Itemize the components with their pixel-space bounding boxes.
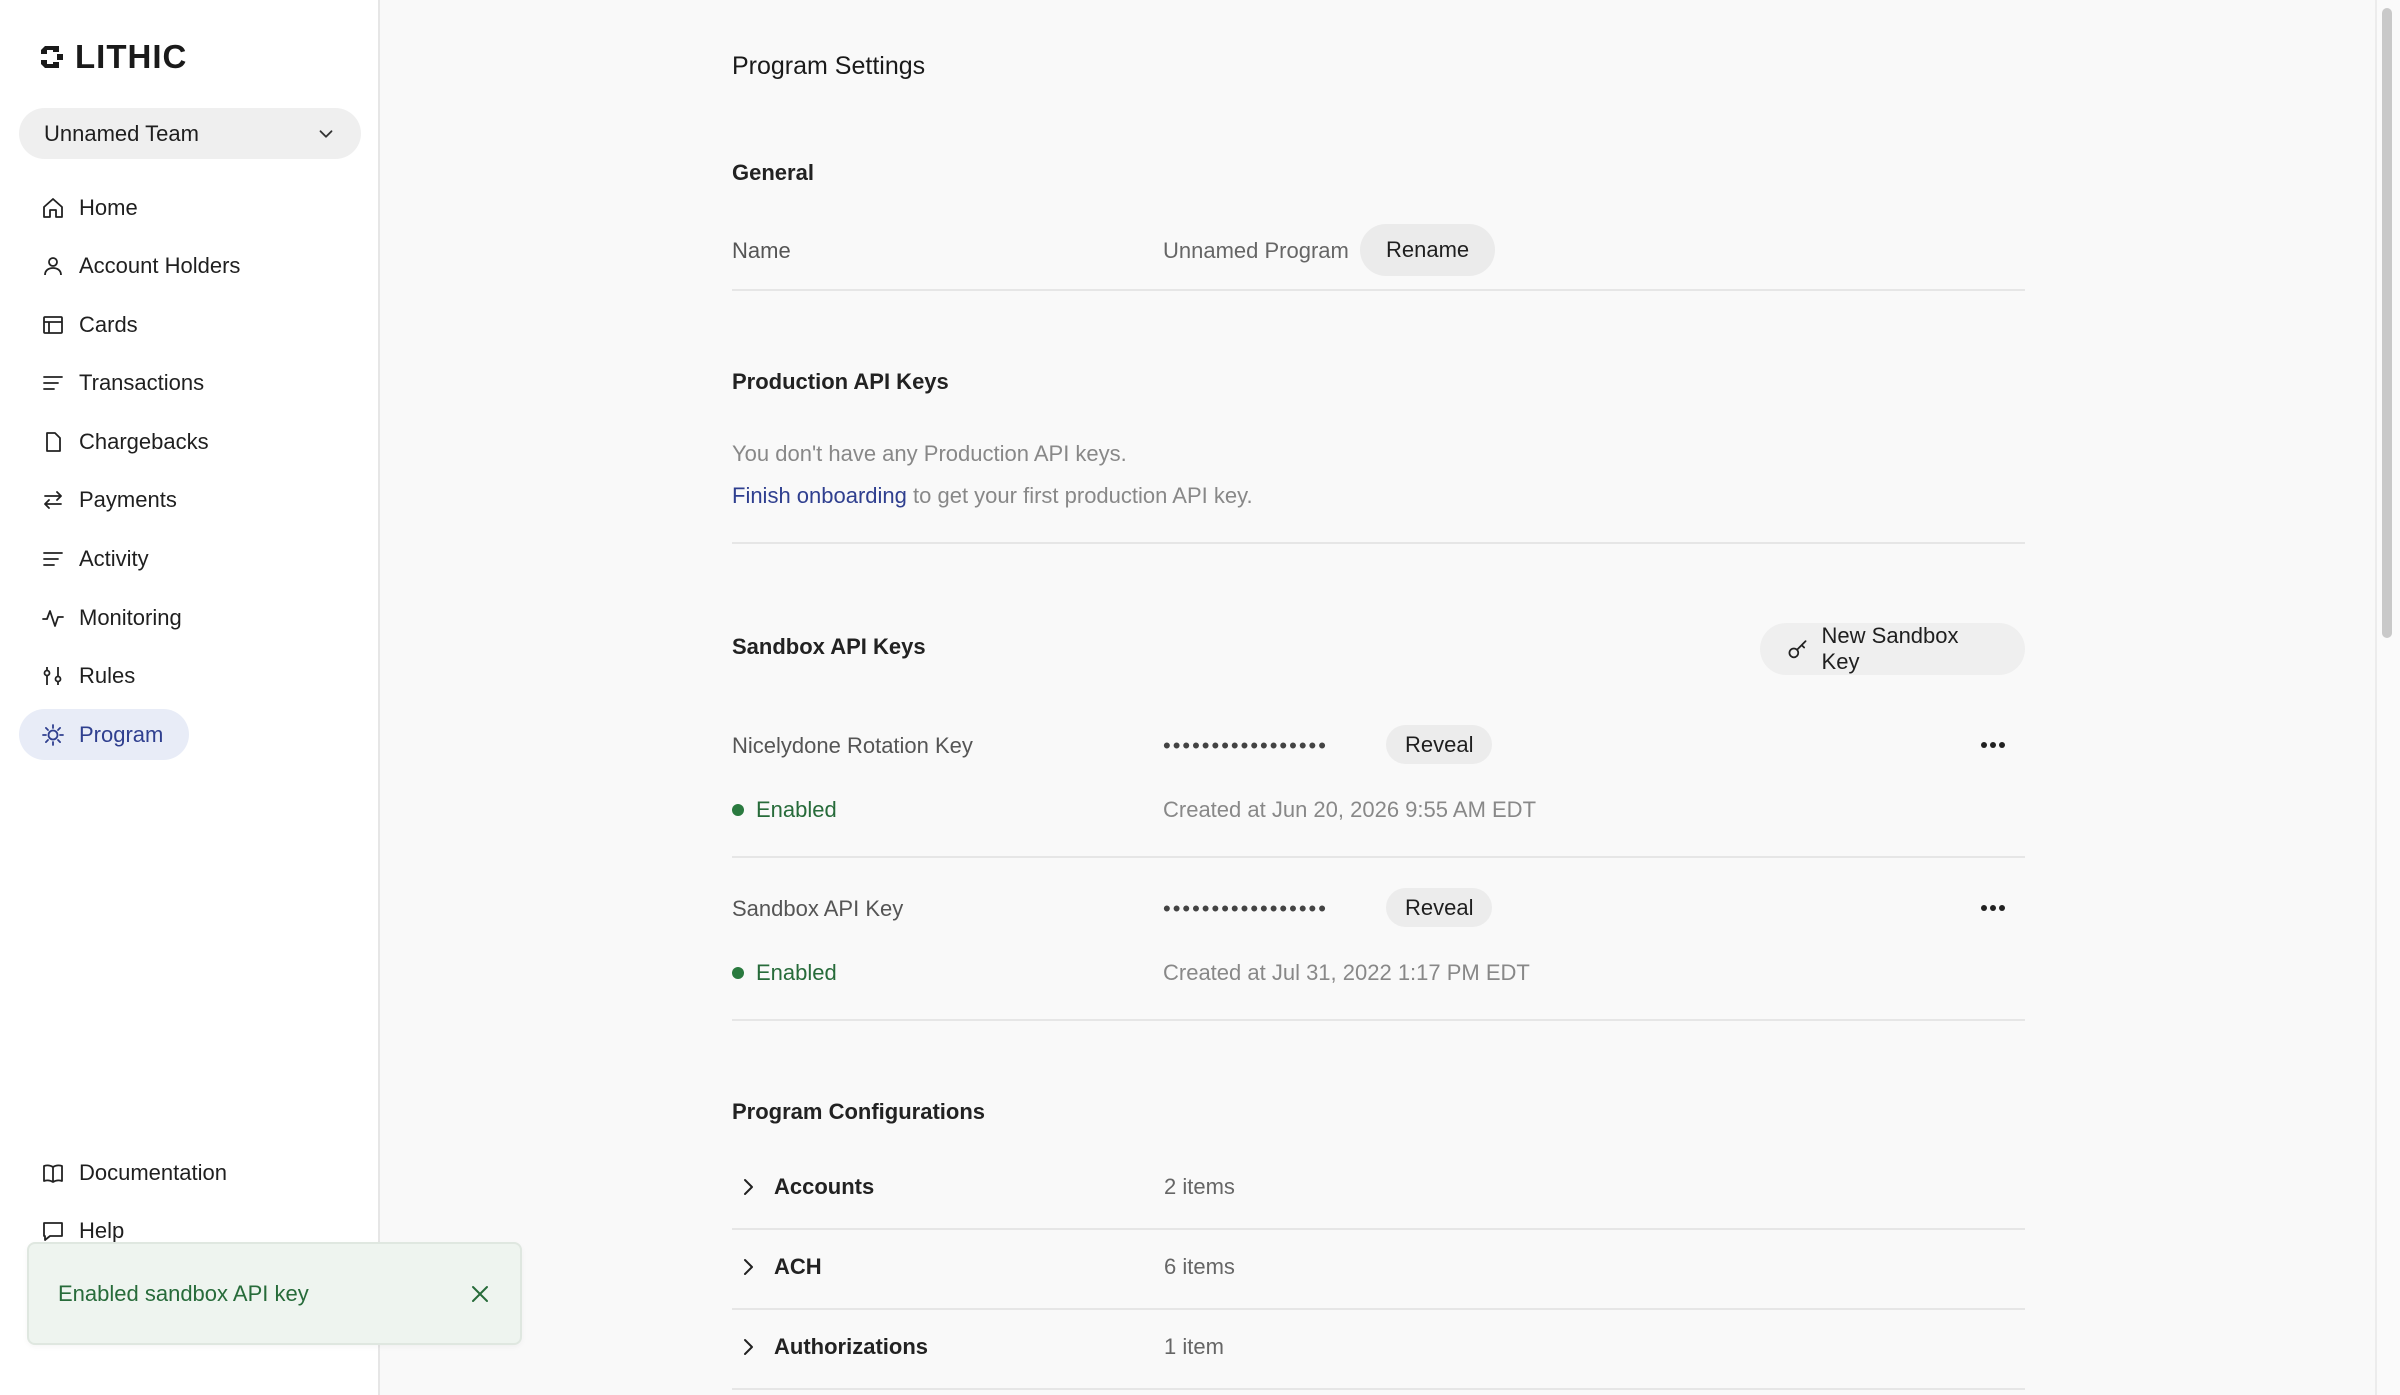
sidebar: LITHIC Unnamed Team Home Account Holders… (0, 0, 380, 1395)
toast-message: Enabled sandbox API key (58, 1280, 309, 1306)
reveal-key-button[interactable]: Reveal (1386, 725, 1493, 764)
list-icon (43, 552, 63, 566)
onboarding-message: Finish onboarding to get your first prod… (732, 483, 1253, 509)
sidebar-item-label: Transactions (79, 370, 205, 396)
page-title: Program Settings (732, 52, 926, 80)
sidebar-item-chargebacks[interactable]: Chargebacks (19, 416, 235, 467)
divider (732, 856, 2025, 858)
program-name-value: Unnamed Program (1163, 238, 1349, 263)
sidebar-item-label: Chargebacks (79, 428, 209, 454)
sidebar-item-label: Home (79, 194, 138, 220)
more-options-button[interactable] (1973, 725, 2013, 765)
finish-onboarding-link[interactable]: Finish onboarding (732, 483, 907, 508)
divider (732, 542, 2025, 544)
arrows-icon (44, 491, 62, 510)
logo-text: LITHIC (75, 38, 188, 75)
rename-button[interactable]: Rename (1360, 224, 1496, 276)
sidebar-nav: Home Account Holders Cards Transactions … (19, 182, 361, 768)
list-icon (43, 376, 63, 391)
sidebar-item-label: Account Holders (79, 253, 241, 279)
sidebar-item-activity[interactable]: Activity (19, 534, 175, 585)
chevron-right-icon (744, 1339, 753, 1355)
sidebar-item-label: Program (79, 721, 164, 747)
api-key-name: Nicelydone Rotation Key (732, 733, 973, 758)
config-count: 6 items (1164, 1254, 1235, 1279)
config-count: 1 item (1164, 1334, 1224, 1359)
sidebar-item-label: Help (79, 1218, 125, 1244)
api-key-masked-value: ••••••••••••••••• (1163, 896, 1328, 921)
sidebar-item-label: Cards (79, 311, 138, 337)
sandbox-keys-section-title: Sandbox API Keys (732, 634, 926, 659)
config-count: 2 items (1164, 1174, 1235, 1199)
chevron-down-icon (319, 129, 333, 138)
gear-icon (42, 723, 64, 746)
config-row-accounts[interactable]: Accounts 2 items (732, 1150, 2025, 1230)
lithic-logo-icon (41, 46, 63, 68)
sidebar-item-label: Documentation (79, 1159, 227, 1185)
general-section-title: General (732, 160, 814, 185)
divider (732, 289, 2025, 291)
toast-notification: Enabled sandbox API key (27, 1242, 522, 1345)
scrollbar-thumb[interactable] (2382, 8, 2392, 638)
sidebar-item-payments[interactable]: Payments (19, 475, 203, 526)
program-configurations-title: Program Configurations (732, 1099, 986, 1124)
sidebar-item-monitoring[interactable]: Monitoring (19, 592, 208, 643)
key-status-badge: Enabled (732, 797, 837, 823)
more-horizontal-icon (1981, 905, 2005, 911)
card-icon (43, 315, 63, 334)
chevron-right-icon (744, 1259, 753, 1275)
document-icon (46, 431, 61, 452)
config-row-ach[interactable]: ACH 6 items (732, 1230, 2025, 1310)
person-icon (44, 257, 62, 276)
sliders-icon (43, 667, 62, 686)
sidebar-item-label: Activity (79, 546, 149, 572)
chat-icon (43, 1222, 63, 1241)
sidebar-item-label: Payments (79, 487, 177, 513)
more-options-button[interactable] (1973, 888, 2013, 928)
api-key-masked-value: ••••••••••••••••• (1163, 733, 1328, 758)
book-icon (43, 1163, 63, 1183)
onboarding-message-suffix: to get your first production API key. (906, 483, 1253, 508)
status-dot (732, 804, 744, 816)
production-keys-section-title: Production API Keys (732, 369, 949, 394)
status-dot (732, 967, 744, 979)
new-sandbox-key-label: New Sandbox Key (1821, 623, 1959, 674)
sidebar-item-cards[interactable]: Cards (19, 299, 164, 350)
key-status-badge: Enabled (732, 960, 837, 986)
lithic-logo[interactable]: LITHIC (37, 38, 187, 76)
more-horizontal-icon (1981, 742, 2005, 748)
key-created-timestamp: Created at Jun 20, 2026 9:55 AM EDT (1163, 797, 1537, 822)
sidebar-item-rules[interactable]: Rules (19, 651, 161, 702)
sidebar-item-transactions[interactable]: Transactions (19, 358, 230, 409)
chevron-right-icon (744, 1179, 753, 1195)
sidebar-item-label: Rules (79, 663, 136, 689)
reveal-key-button[interactable]: Reveal (1386, 888, 1493, 927)
sidebar-item-account-holders[interactable]: Account Holders (19, 241, 266, 292)
status-text: Enabled (756, 960, 837, 985)
close-icon[interactable] (468, 1282, 492, 1306)
name-label: Name (732, 238, 791, 263)
new-sandbox-key-button[interactable]: New Sandbox Key (1760, 623, 2025, 675)
config-name: Authorizations (774, 1334, 928, 1359)
home-icon (43, 197, 63, 218)
sidebar-item-label: Monitoring (79, 604, 182, 630)
config-name: Accounts (774, 1174, 875, 1199)
sidebar-item-documentation[interactable]: Documentation (19, 1147, 253, 1198)
api-key-name: Sandbox API Key (732, 896, 904, 921)
sidebar-item-home[interactable]: Home (19, 182, 164, 233)
team-selector[interactable]: Unnamed Team (19, 108, 361, 159)
divider (732, 1019, 2025, 1021)
key-created-timestamp: Created at Jul 31, 2022 1:17 PM EDT (1163, 960, 1530, 985)
status-text: Enabled (756, 797, 837, 822)
production-empty-text: You don't have any Production API keys. (732, 441, 1127, 466)
config-row-authorizations[interactable]: Authorizations 1 item (732, 1310, 2025, 1390)
team-name: Unnamed Team (44, 120, 199, 146)
config-name: ACH (774, 1254, 822, 1279)
pulse-icon (42, 609, 64, 627)
sidebar-item-program[interactable]: Program (19, 709, 190, 761)
key-icon (1788, 640, 1807, 659)
